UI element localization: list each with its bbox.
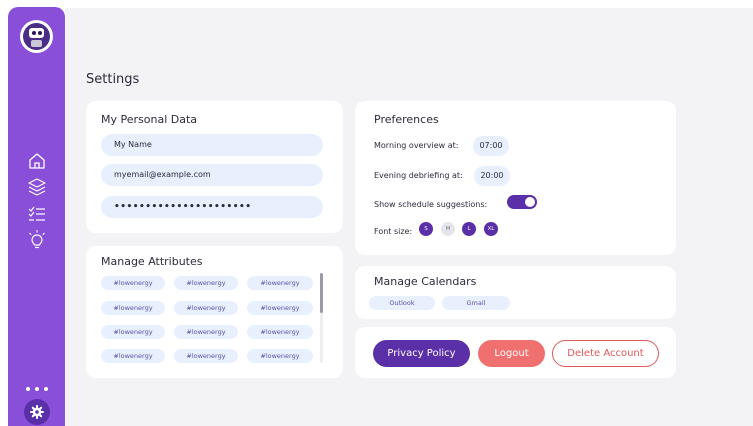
personal-data-card: My Personal Data My Name myemail@example… xyxy=(86,101,343,233)
settings-button[interactable] xyxy=(24,399,50,425)
logout-button[interactable]: Logout xyxy=(478,340,545,367)
page-title: Settings xyxy=(86,72,140,87)
preferences-title: Preferences xyxy=(374,113,439,126)
attribute-chip[interactable]: #lowenergy xyxy=(101,325,165,339)
name-field[interactable]: My Name xyxy=(101,134,323,156)
calendar-chip-gmail[interactable]: Gmail xyxy=(442,296,510,310)
gear-icon xyxy=(30,405,44,419)
layers-icon[interactable] xyxy=(26,176,48,198)
app: Settings My Personal Data My Name myemai… xyxy=(0,0,753,426)
font-size-m-button[interactable]: M xyxy=(441,222,455,236)
schedule-suggestions-label: Show schedule suggestions: xyxy=(374,200,488,209)
attribute-chip[interactable]: #lowenergy xyxy=(101,276,165,290)
attribute-chip[interactable]: #lowenergy xyxy=(247,325,313,339)
attribute-chip[interactable]: #lowenergy xyxy=(247,349,313,363)
morning-overview-label: Morning overview at: xyxy=(374,141,459,150)
password-field[interactable]: •••••••••••••••••••••• xyxy=(101,196,323,218)
actions-card: Privacy Policy Logout Delete Account xyxy=(355,327,676,378)
attribute-chip[interactable]: #lowenergy xyxy=(101,301,165,315)
evening-time-input[interactable]: 20:00 xyxy=(474,166,510,186)
calendars-title: Manage Calendars xyxy=(374,275,477,288)
attribute-chip[interactable]: #lowenergy xyxy=(174,301,238,315)
home-icon[interactable] xyxy=(26,150,48,172)
attribute-chip[interactable]: #lowenergy xyxy=(174,349,238,363)
sidebar xyxy=(8,7,65,426)
attribute-chip[interactable]: #lowenergy xyxy=(247,301,313,315)
morning-time-input[interactable]: 07:00 xyxy=(473,136,509,156)
more-dots-icon[interactable] xyxy=(26,387,48,393)
calendars-card: Manage Calendars Outlook Gmail xyxy=(355,266,676,319)
font-size-xl-button[interactable]: XL xyxy=(484,222,498,236)
calendar-chip-outlook[interactable]: Outlook xyxy=(369,296,435,310)
schedule-suggestions-toggle[interactable] xyxy=(507,195,537,209)
personal-data-title: My Personal Data xyxy=(101,113,198,126)
attribute-chip[interactable]: #lowenergy xyxy=(101,349,165,363)
font-size-label: Font size: xyxy=(374,227,413,236)
robot-avatar-icon xyxy=(23,23,50,50)
checklist-icon[interactable] xyxy=(26,203,48,225)
privacy-policy-button[interactable]: Privacy Policy xyxy=(373,340,470,367)
font-size-s-button[interactable]: S xyxy=(419,222,433,236)
lightbulb-icon[interactable] xyxy=(26,229,48,251)
preferences-card: Preferences Morning overview at: 07:00 E… xyxy=(355,101,676,255)
attributes-card: Manage Attributes #lowenergy #lowenergy … xyxy=(86,246,343,378)
font-size-l-button[interactable]: L xyxy=(462,222,476,236)
attribute-chip[interactable]: #lowenergy xyxy=(174,276,238,290)
email-field[interactable]: myemail@example.com xyxy=(101,164,323,186)
delete-account-button[interactable]: Delete Account xyxy=(552,340,659,367)
avatar[interactable] xyxy=(20,20,53,53)
evening-debriefing-label: Evening debriefing at: xyxy=(374,171,463,180)
attributes-scrollbar-thumb[interactable] xyxy=(320,273,323,313)
attributes-title: Manage Attributes xyxy=(101,255,203,268)
attribute-chip[interactable]: #lowenergy xyxy=(247,276,313,290)
attribute-chip[interactable]: #lowenergy xyxy=(174,325,238,339)
